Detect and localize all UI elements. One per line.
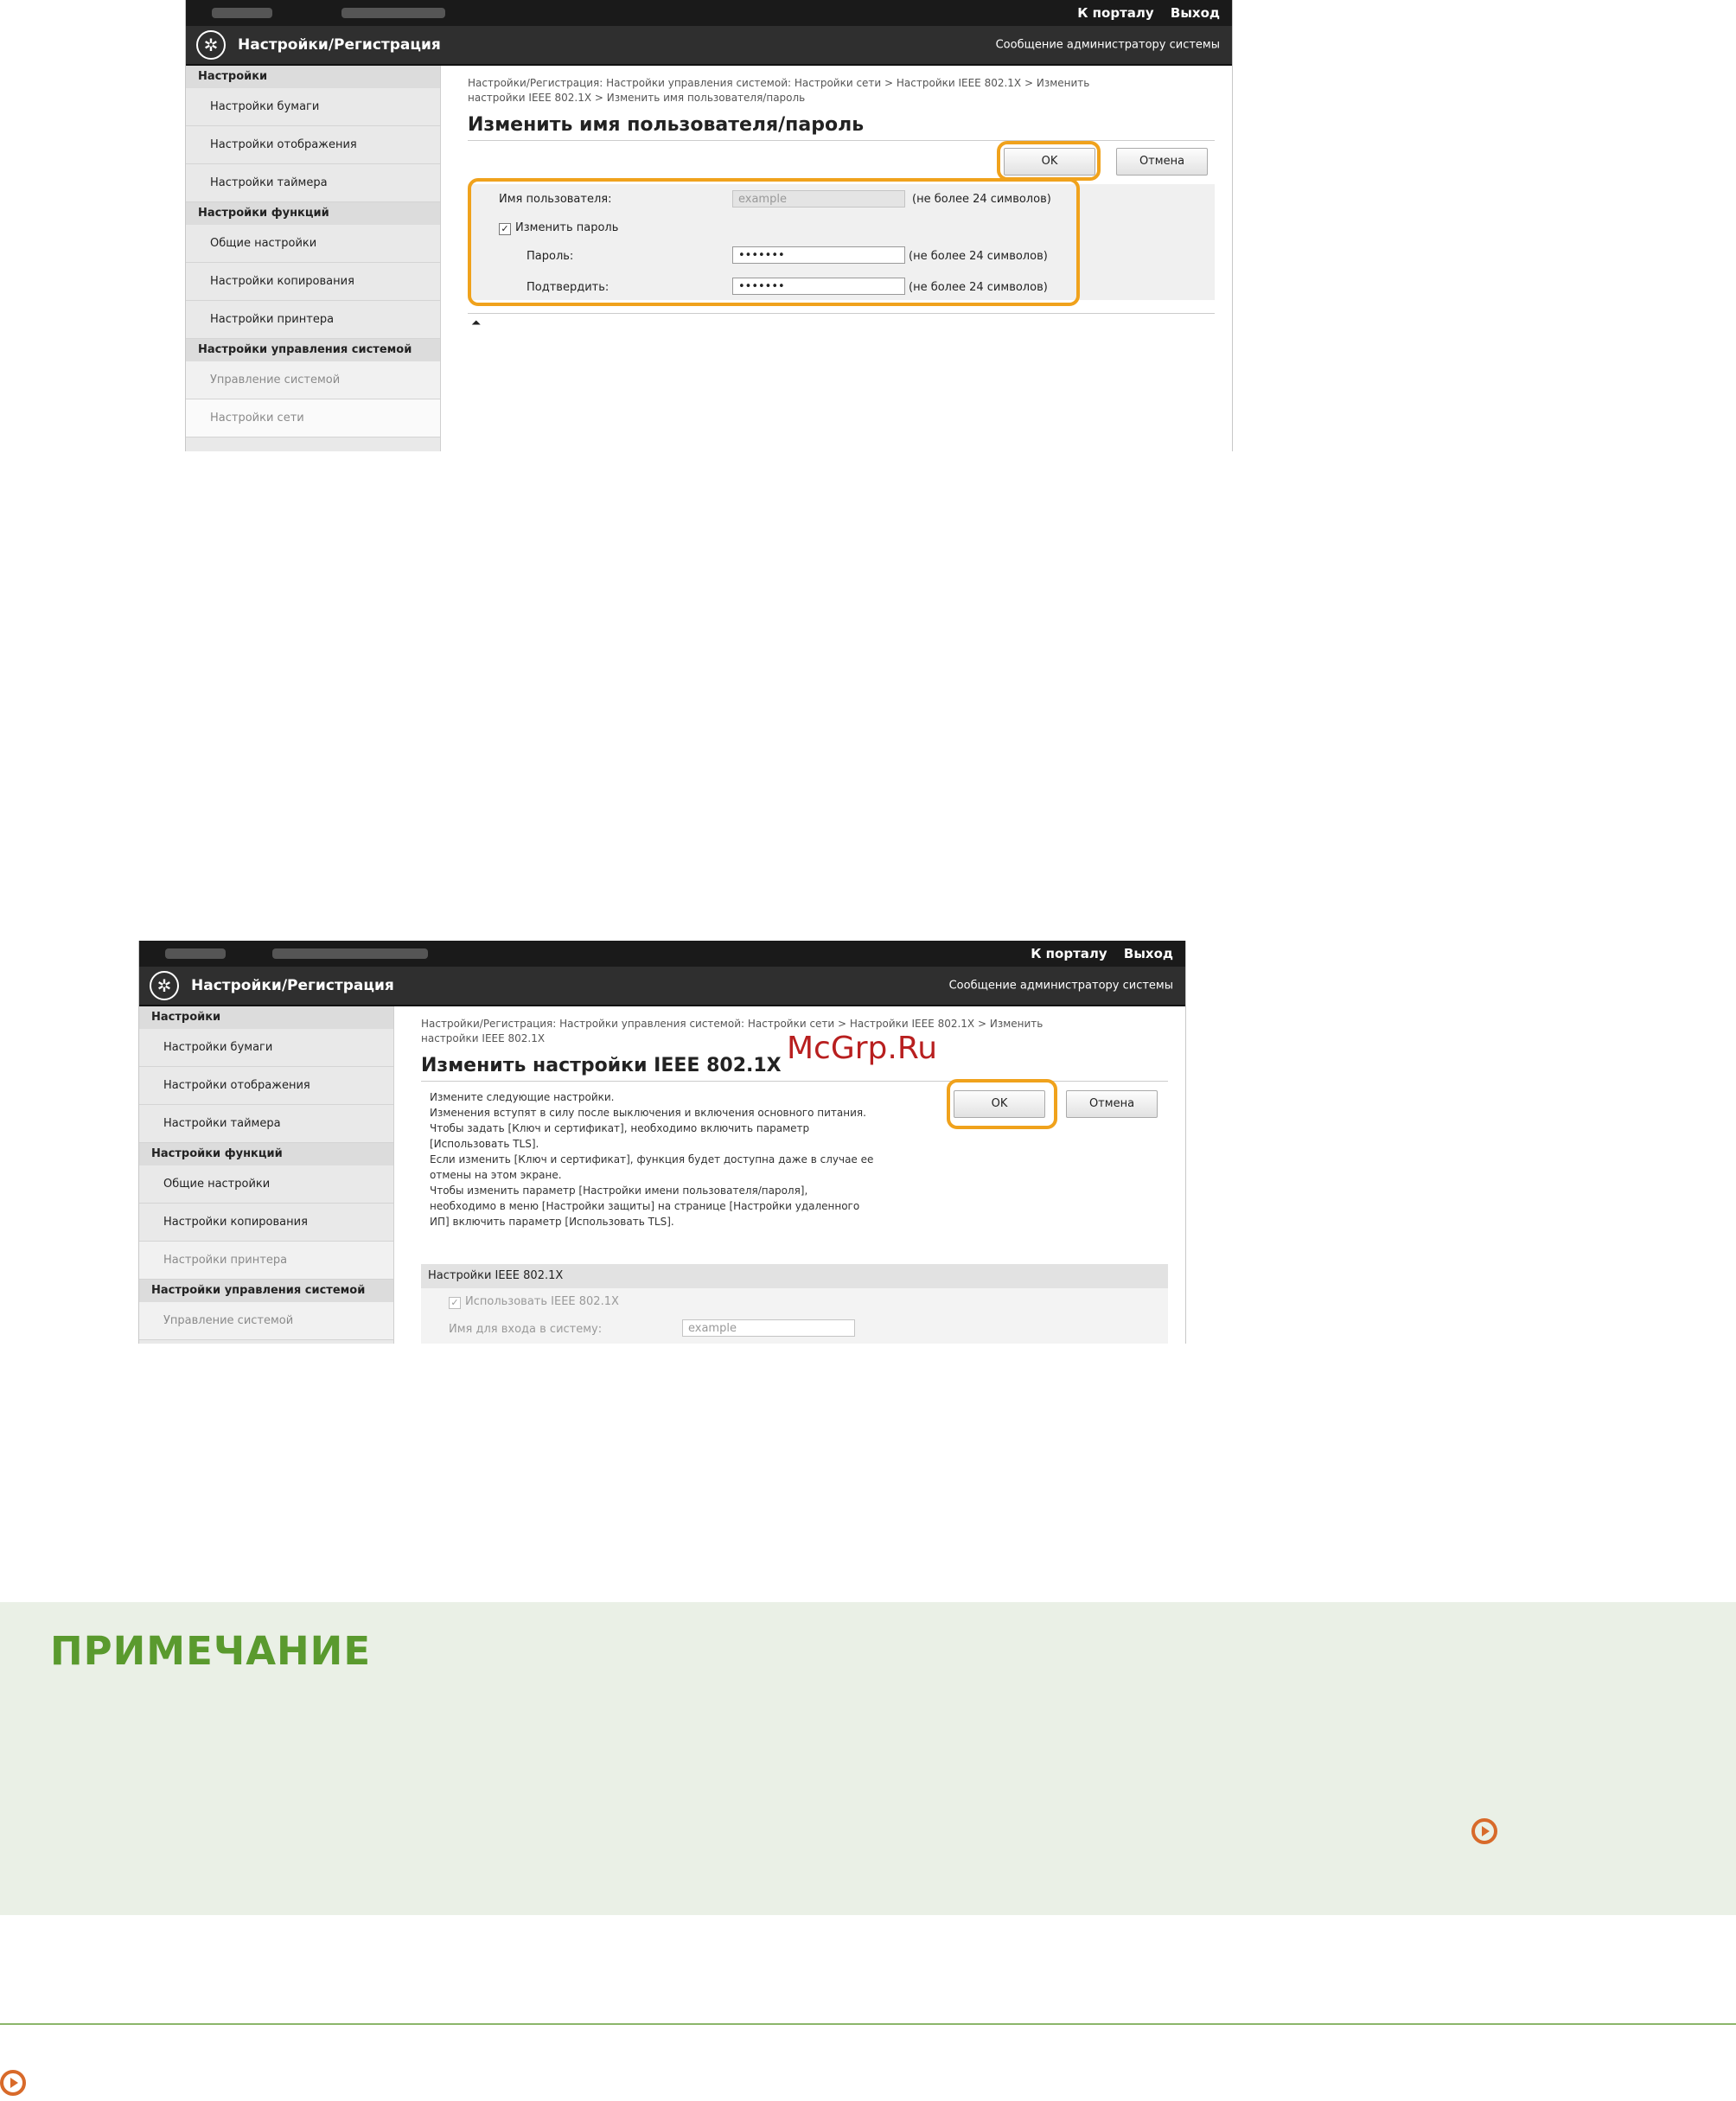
portal-link[interactable]: К порталу [1077, 5, 1153, 21]
sidebar-item[interactable]: Настройки бумаги [139, 1029, 393, 1067]
admin-message-link[interactable]: Сообщение администратору системы [949, 980, 1173, 993]
screenshot-change-ieee-settings: К порталу Выход ✲ Настройки/Регистрация … [138, 941, 1186, 1344]
sidebar-section: Настройки функций [186, 202, 440, 225]
top-bar: К порталу Выход [186, 0, 1232, 26]
info-text: Измените следующие настройки. Изменения в… [430, 1089, 948, 1229]
username-field: example [732, 190, 905, 208]
settings-logo-icon: ✲ [196, 30, 226, 60]
password-hint: (не более 24 символов) [909, 250, 1048, 263]
top-links: К порталу Выход [1065, 5, 1220, 21]
change-password-row: ✓ Изменить пароль [499, 221, 618, 235]
device-model-blurred [272, 948, 428, 959]
admin-message-link[interactable]: Сообщение администратору системы [996, 39, 1220, 52]
title-bar: ✲ Настройки/Регистрация Сообщение админи… [186, 26, 1232, 66]
link-arrow-icon[interactable] [1471, 1818, 1497, 1844]
sidebar: Настройки Настройки бумаги Настройки отобр… [139, 1006, 394, 1344]
confirm-label: Подтвердить: [527, 281, 610, 294]
info-line: ИП] включить параметр [Использовать TLS]… [430, 1216, 674, 1228]
use-ieee-checkbox[interactable]: ✓ [449, 1297, 461, 1309]
breadcrumb-line-1: Настройки/Регистрация: Настройки управле… [468, 77, 1090, 89]
info-line: Чтобы задать [Ключ и сертификат], необхо… [430, 1122, 810, 1134]
info-line: [Использовать TLS]. [430, 1138, 539, 1150]
top-bar: К порталу Выход [139, 941, 1185, 967]
change-password-checkbox[interactable]: ✓ [499, 223, 511, 235]
info-line: Чтобы изменить параметр [Настройки имени… [430, 1185, 808, 1197]
ok-button[interactable]: OK [954, 1090, 1045, 1118]
divider-bottom [468, 313, 1215, 314]
sidebar-section: Настройки управления системой [186, 339, 440, 361]
use-ieee-label: Использовать IEEE 802.1X [465, 1295, 619, 1308]
note-heading: ПРИМЕЧАНИЕ [50, 1628, 372, 1674]
sidebar-item[interactable]: Настройки копирования [139, 1204, 393, 1242]
footer-link-arrow-icon[interactable] [0, 2070, 26, 2096]
info-line: необходимо в меню [Настройки защиты] на … [430, 1200, 860, 1212]
username-hint: (не более 24 символов) [912, 193, 1051, 206]
username-label: Имя пользователя: [499, 193, 612, 206]
page-title: Настройки/Регистрация [238, 36, 441, 54]
logout-link[interactable]: Выход [1171, 5, 1220, 21]
breadcrumb-line-2: настройки IEEE 802.1X > Изменить имя пол… [468, 92, 806, 104]
password-label: Пароль: [527, 250, 574, 263]
sidebar-item[interactable]: Настройки отображения [186, 126, 440, 164]
scroll-to-top-icon[interactable]: ⏶ [471, 316, 481, 330]
watermark: McGrp.Ru [787, 1031, 938, 1066]
info-line: Изменения вступят в силу после выключени… [430, 1107, 866, 1119]
login-label: Имя для входа в систему: [449, 1323, 603, 1336]
device-name-blurred [165, 948, 226, 959]
sidebar-item[interactable]: Настройки сети [186, 399, 440, 437]
portal-link[interactable]: К порталу [1031, 946, 1107, 961]
cancel-button[interactable]: Отмена [1116, 148, 1208, 176]
sidebar-item[interactable]: Управление системой [139, 1302, 393, 1340]
top-links: К порталу Выход [1018, 946, 1173, 961]
cancel-button[interactable]: Отмена [1066, 1090, 1158, 1118]
ieee-section: Настройки IEEE 802.1X ✓ Использовать IEEE… [421, 1264, 1168, 1344]
sidebar-item[interactable]: Общие настройки [139, 1165, 393, 1204]
password-field[interactable]: ••••••• [732, 246, 905, 264]
info-line: Измените следующие настройки. [430, 1091, 615, 1103]
title-bar: ✲ Настройки/Регистрация Сообщение админи… [139, 967, 1185, 1006]
sidebar-item[interactable]: Общие настройки [186, 225, 440, 263]
sidebar-item[interactable]: Настройки отображения [139, 1067, 393, 1105]
sidebar-item[interactable]: Настройки таймера [139, 1105, 393, 1143]
sidebar-item[interactable]: Управление системой [186, 361, 440, 399]
sidebar-item[interactable]: Настройки копирования [186, 263, 440, 301]
credentials-form: Имя пользователя: example (не более 24 с… [468, 184, 1215, 300]
confirm-hint: (не более 24 символов) [909, 281, 1048, 294]
sidebar-section: Настройки [186, 66, 440, 88]
ieee-section-header: Настройки IEEE 802.1X [421, 1264, 1168, 1288]
ok-button[interactable]: OK [1004, 148, 1095, 176]
logout-link[interactable]: Выход [1124, 946, 1173, 961]
note-box: ПРИМЕЧАНИЕ [0, 1602, 1736, 1915]
confirm-field[interactable]: ••••••• [732, 278, 905, 295]
use-ieee-row: ✓ Использовать IEEE 802.1X [449, 1295, 619, 1309]
sidebar-item[interactable]: Настройки принтера [186, 301, 440, 339]
settings-logo-icon: ✲ [150, 971, 179, 1000]
breadcrumb-line-1: Настройки/Регистрация: Настройки управле… [421, 1018, 1044, 1030]
sidebar-item[interactable]: Настройки бумаги [186, 88, 440, 126]
section-heading: Изменить имя пользователя/пароль [468, 114, 865, 136]
info-line: Если изменить [Ключ и сертификат], функц… [430, 1153, 874, 1165]
info-line: отмены на этом экране. [430, 1169, 562, 1181]
sidebar: Настройки Настройки бумаги Настройки отобр… [186, 66, 441, 451]
device-name-blurred [212, 8, 272, 18]
sidebar-section: Настройки функций [139, 1143, 393, 1165]
device-model-blurred [341, 8, 445, 18]
divider [421, 1081, 1168, 1082]
login-field: example [682, 1319, 855, 1337]
screenshot-change-username-password: К порталу Выход ✲ Настройки/Регистрация … [185, 0, 1233, 451]
breadcrumb: Настройки/Регистрация: Настройки управле… [468, 76, 1211, 105]
footer-divider [0, 2023, 1736, 2025]
sidebar-item[interactable]: Настройки принтера [139, 1242, 393, 1280]
page-title: Настройки/Регистрация [191, 977, 394, 994]
divider [468, 140, 1215, 141]
sidebar-section: Настройки [139, 1006, 393, 1029]
sidebar-item[interactable]: Настройки таймера [186, 164, 440, 202]
sidebar-section: Настройки управления системой [139, 1280, 393, 1302]
change-password-label: Изменить пароль [515, 221, 619, 234]
